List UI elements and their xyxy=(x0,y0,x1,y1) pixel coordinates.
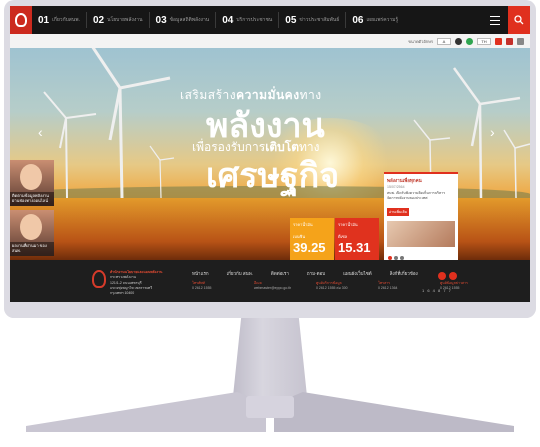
monitor-chin xyxy=(4,302,536,318)
nav-label: ข้อมูลสถิติพลังงาน xyxy=(169,17,210,23)
youtube-icon[interactable] xyxy=(506,37,513,45)
monitor-stand-hub xyxy=(246,396,294,418)
footer-contact-col: ศูนย์บริการข้อมูล 0 2612 1555 ต่อ 300 xyxy=(316,280,368,291)
nav-number: 02 xyxy=(92,14,105,26)
footer-contact-value[interactable]: webmaster@eppo.go.th xyxy=(254,286,306,291)
monitor-screen: 01 เกี่ยวกับสนพ. 02 นโยบายพลังงาน 03 ข้อ… xyxy=(10,6,530,302)
font-size-select[interactable]: A xyxy=(437,37,451,45)
nav-item-4[interactable]: 04 บริการประชาชน xyxy=(216,6,278,34)
site-footer: สำนักงานนโยบายและแผนพลังงาน กระทรวงพลังง… xyxy=(10,260,530,302)
nav-label: นโยบายพลังงาน xyxy=(107,17,143,23)
news-date: 15/07/2564 xyxy=(387,185,405,189)
footer-link[interactable]: ถาม-ตอบ xyxy=(307,270,325,277)
footer-social xyxy=(438,272,457,280)
monitor-mockup: 01 เกี่ยวกับสนพ. 02 นโยบายพลังงาน 03 ข้อ… xyxy=(0,0,540,447)
person-photo xyxy=(20,214,42,240)
promo-caption: ติดตามข้อมูลพลังงาน ผ่านช่องทางออนไลน์ xyxy=(10,192,54,206)
utility-bar: ขนาดตัวอักษร A TH xyxy=(10,34,530,48)
footer-contact-col: อีเมล webmaster@eppo.go.th xyxy=(254,280,306,291)
site-logo[interactable] xyxy=(10,6,32,34)
person-photo xyxy=(20,164,42,190)
hero-headline-4: เศรษฐกิจ xyxy=(206,157,340,195)
price-card-value: 15.31 xyxy=(338,240,371,255)
nav-number: 04 xyxy=(222,14,234,26)
promo-card-1[interactable]: ติดตามข้อมูลพลังงาน ผ่านช่องทางออนไลน์ xyxy=(10,160,54,206)
footer-contact-col: โทรศัพท์ 0 2612 1555 xyxy=(192,280,244,291)
footer-contact-value: 0 2612 1555 ต่อ 300 xyxy=(316,286,348,290)
nav-item-5[interactable]: 05 ข่าวประชาสัมพันธ์ xyxy=(279,6,345,34)
font-size-label: ขนาดตัวอักษร xyxy=(408,38,433,44)
news-photo xyxy=(387,221,455,248)
nav-number: 05 xyxy=(285,14,297,26)
footer-org-line: กรุงเทพฯ 10400 xyxy=(110,291,135,295)
facebook-icon[interactable] xyxy=(495,37,502,45)
footer-link[interactable]: ลิงก์ที่เกี่ยวข้อง xyxy=(390,270,418,277)
price-card-diesel[interactable]: ราคาน้ำมัน ดีเซล 15.31 xyxy=(335,218,379,260)
top-navigation: 01 เกี่ยวกับสนพ. 02 นโยบายพลังงาน 03 ข้อ… xyxy=(10,6,530,34)
contrast-green-icon[interactable] xyxy=(466,37,473,45)
price-card-subtitle: เบนซิน xyxy=(293,234,306,239)
carousel-prev-icon[interactable]: ‹ xyxy=(38,124,43,140)
carousel-next-icon[interactable]: › xyxy=(490,124,495,140)
footer-link[interactable]: แผนผังเว็บไซต์ xyxy=(343,270,372,277)
footer-links: หน้าแรก เกี่ยวกับ สนพ. ติดต่อเรา ถาม-ตอบ… xyxy=(192,270,418,277)
monitor-stand-leg-right xyxy=(274,392,514,432)
nav-item-1[interactable]: 01 เกี่ยวกับสนพ. xyxy=(32,6,86,34)
footer-link[interactable]: ติดต่อเรา xyxy=(271,270,289,277)
promo-caption: ผลงานที่ผ่านมา ของ สนพ. xyxy=(10,242,54,256)
price-card-subtitle: ดีเซล xyxy=(338,234,348,239)
hamburger-menu-button[interactable] xyxy=(482,6,508,34)
price-card-title: ราคาน้ำมัน xyxy=(338,222,358,227)
news-heading: พลังงานเพื่อทุกคน xyxy=(387,178,422,183)
contrast-default-icon[interactable] xyxy=(455,37,462,45)
monitor-stand-neck xyxy=(232,318,308,406)
nav-item-6[interactable]: 06 เผยแพร่ความรู้ xyxy=(346,6,404,34)
nav-label: เผยแพร่ความรู้ xyxy=(366,17,399,23)
monitor-stand-leg-left xyxy=(26,392,266,432)
hero-banner: เสริมสร้างความมั่นคงทาง พลังงาน เพื่อรอง… xyxy=(10,48,530,260)
twitter-icon[interactable] xyxy=(517,37,524,45)
footer-link[interactable]: เกี่ยวกับ สนพ. xyxy=(227,270,253,277)
price-card-value: 39.25 xyxy=(293,240,326,255)
nav-label: บริการประชาชน xyxy=(236,17,273,23)
nav-item-3[interactable]: 03 ข้อมูลสถิติพลังงาน xyxy=(150,6,216,34)
nav-number: 01 xyxy=(38,14,50,26)
promo-card-2[interactable]: ผลงานที่ผ่านมา ของ สนพ. xyxy=(10,210,54,256)
nav-label: ข่าวประชาสัมพันธ์ xyxy=(299,17,340,23)
youtube-icon[interactable] xyxy=(449,272,457,280)
nav-number: 06 xyxy=(352,14,364,26)
footer-org-info: สำนักงานนโยบายและแผนพลังงาน กระทรวงพลังง… xyxy=(110,270,180,296)
news-read-more-link[interactable]: อ่านเพิ่มเติม xyxy=(387,208,410,217)
price-card-benzene[interactable]: ราคาน้ำมัน เบนซิน 39.25 xyxy=(290,218,334,260)
footer-link[interactable]: หน้าแรก xyxy=(192,270,209,277)
price-card-title: ราคาน้ำมัน xyxy=(293,222,313,227)
nav-number: 03 xyxy=(155,14,167,26)
nav-item-2[interactable]: 02 นโยบายพลังงาน xyxy=(87,6,149,34)
footer-contact-value: 0 2612 1555 xyxy=(192,286,212,290)
search-button[interactable] xyxy=(508,6,530,34)
news-card[interactable]: พลังงานเพื่อทุกคน 15/07/2564 สนพ. เปิดรั… xyxy=(384,172,458,260)
footer-logo-icon xyxy=(92,270,106,288)
flame-logo-icon xyxy=(15,13,27,27)
search-icon xyxy=(514,15,524,25)
visitor-counter: 1 6 4 8 7 7 xyxy=(422,288,452,293)
news-text: สนพ. เปิดรับฟังความคิดเห็นการบริหารจัดกา… xyxy=(387,191,446,200)
facebook-icon[interactable] xyxy=(438,272,446,280)
nav-label: เกี่ยวกับสนพ. xyxy=(52,17,80,23)
language-select[interactable]: TH xyxy=(477,37,491,45)
